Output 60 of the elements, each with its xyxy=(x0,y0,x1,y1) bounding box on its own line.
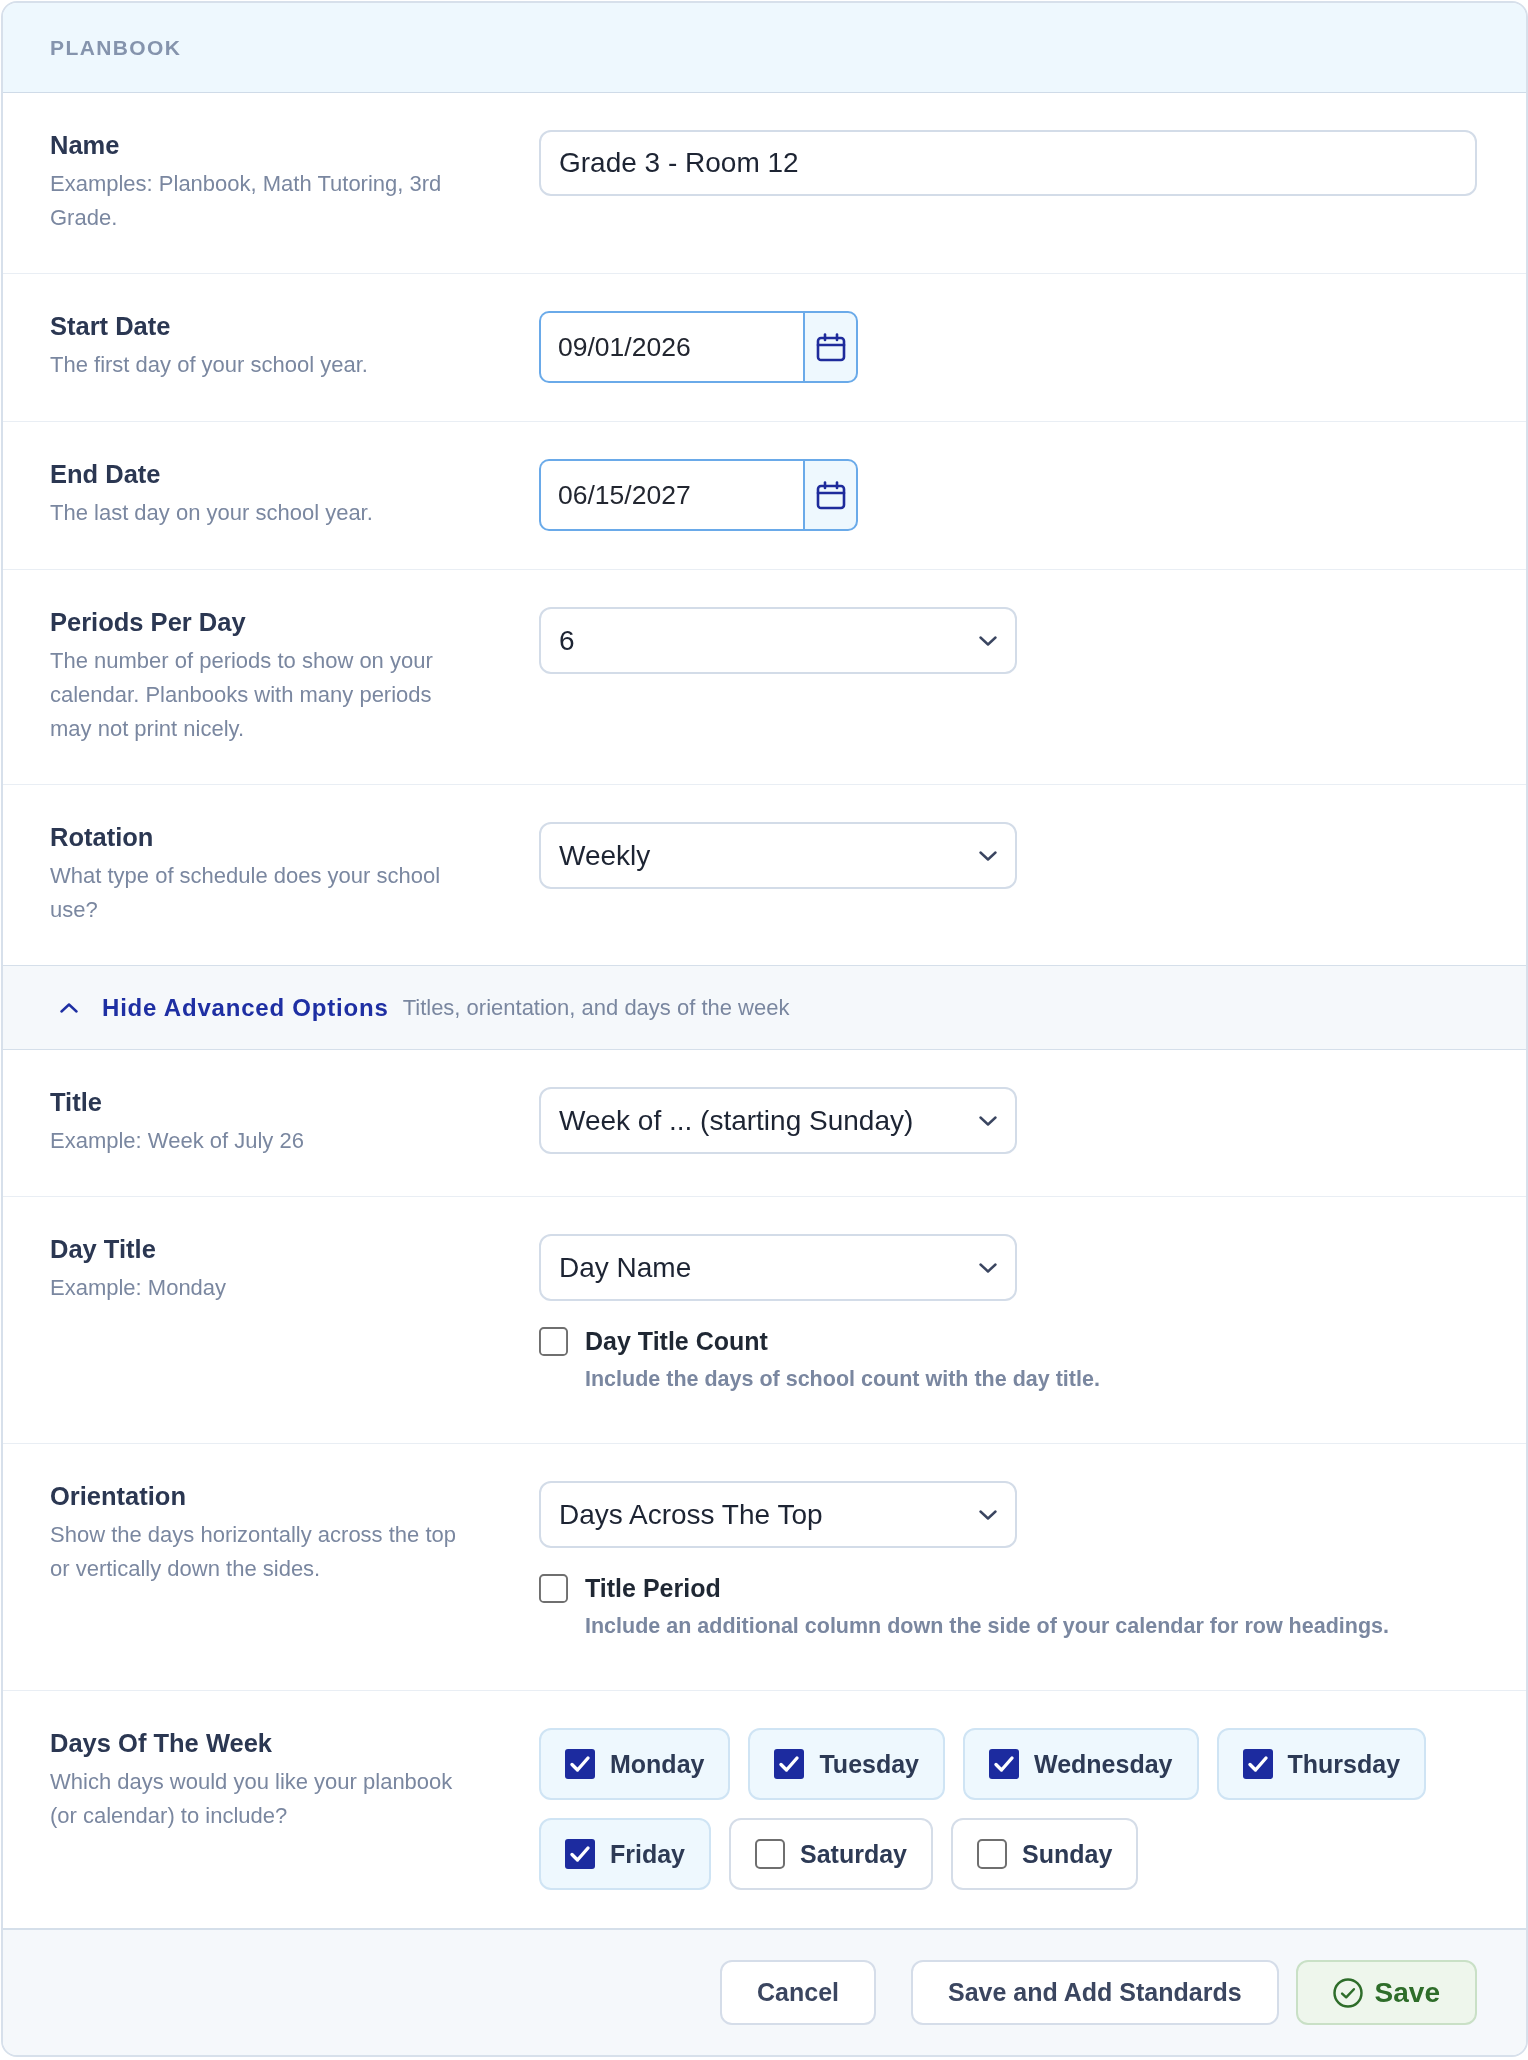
field-description: The number of periods to show on your calendar. Planbooks with many periods may not print nicely. xyxy=(50,647,434,743)
field-description: Show the days horizontally across the top or vertically down the sides. xyxy=(50,1521,457,1583)
section-title: PLANBOOK xyxy=(50,35,182,60)
field-description: The first day of your school year. xyxy=(50,351,368,379)
field-description: Example: Monday xyxy=(50,1274,227,1302)
option-description: Include the days of school count with the day title. xyxy=(585,1366,1100,1393)
check-circle-icon xyxy=(1332,1977,1363,2008)
chevron-down-icon xyxy=(979,1262,997,1273)
chevron-down-icon xyxy=(979,635,997,646)
field-label: Rotation xyxy=(50,822,154,852)
field-label: End Date xyxy=(50,459,161,489)
day-option[interactable]: Wednesday xyxy=(963,1728,1199,1800)
dropdown-select[interactable]: Week of ... (starting Sunday) xyxy=(539,1087,1017,1154)
day-option[interactable]: Sunday xyxy=(951,1818,1139,1890)
checkbox[interactable] xyxy=(1242,1749,1273,1779)
calendar-button[interactable] xyxy=(803,311,858,383)
field-description: The last day on your school year. xyxy=(50,499,373,527)
checkbox[interactable] xyxy=(989,1749,1020,1779)
field-description: Examples: Planbook, Math Tutoring, 3rd Grade. xyxy=(50,170,443,232)
day-option[interactable]: Friday xyxy=(539,1818,712,1890)
day-option[interactable]: Tuesday xyxy=(748,1728,946,1800)
cancel-button[interactable]: Cancel xyxy=(720,1960,876,2025)
option-description: Include an additional column down the side of your calendar for row headings. xyxy=(585,1613,1389,1640)
checkbox[interactable] xyxy=(977,1839,1007,1869)
chevron-down-icon xyxy=(979,1509,997,1520)
calendar-icon xyxy=(815,332,846,362)
chevron-down-icon xyxy=(979,1115,997,1126)
field-label: Orientation xyxy=(50,1481,186,1511)
dropdown-select[interactable]: 6 xyxy=(539,607,1017,674)
option-label: Title Period xyxy=(585,1573,722,1603)
toggle-description: Titles, orientation, and days of the week xyxy=(402,994,790,1021)
field-label: Periods Per Day xyxy=(50,607,246,637)
day-option[interactable]: Thursday xyxy=(1216,1728,1427,1800)
checkbox[interactable] xyxy=(755,1839,786,1869)
field-label: Name xyxy=(50,130,120,160)
secondary-button[interactable]: Save and Add Standards xyxy=(911,1960,1279,2025)
dropdown-select[interactable]: Day Name xyxy=(539,1234,1017,1301)
option-label: Day Title Count xyxy=(585,1326,769,1356)
checkbox[interactable] xyxy=(539,1573,568,1603)
checkbox[interactable] xyxy=(565,1749,595,1779)
field-description: Which days would you like your planbook (or calendar) to include? xyxy=(50,1768,454,1830)
field-label: Days Of The Week xyxy=(50,1728,273,1758)
field-label: Start Date xyxy=(50,311,171,341)
calendar-button[interactable] xyxy=(803,459,858,531)
text-input[interactable]: Grade 3 - Room 12 xyxy=(539,130,1477,196)
field-description: Example: Week of July 26 xyxy=(50,1127,304,1155)
dropdown-select[interactable]: Days Across The Top xyxy=(539,1481,1017,1548)
chevron-down-icon xyxy=(979,850,997,861)
dropdown-select[interactable]: Weekly xyxy=(539,822,1017,889)
calendar-icon xyxy=(815,480,846,510)
checkbox[interactable] xyxy=(565,1839,595,1869)
field-description: What type of schedule does your school use? xyxy=(50,862,442,924)
day-option[interactable]: Saturday xyxy=(729,1818,933,1890)
day-option[interactable]: Monday xyxy=(539,1728,731,1800)
checkbox[interactable] xyxy=(539,1326,568,1356)
advanced-options-toggle[interactable]: Hide Advanced Options xyxy=(60,993,389,1022)
field-label: Day Title xyxy=(50,1234,156,1264)
save-button[interactable]: Save xyxy=(1295,1960,1477,2025)
checkbox[interactable] xyxy=(774,1749,805,1779)
field-label: Title xyxy=(50,1087,102,1117)
